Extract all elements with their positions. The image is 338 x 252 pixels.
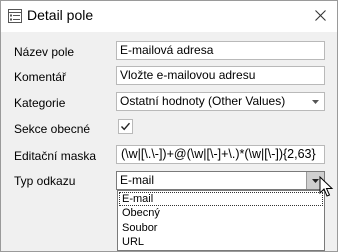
nazev-pole-label: Název pole [14,45,75,59]
sekce-obecne-checkbox[interactable] [118,119,133,134]
komentar-input[interactable]: Vložte e-mailovou adresu [116,66,325,85]
typ-odkazu-value: E-mail [120,173,155,187]
title-bar[interactable]: Detail pole [1,1,337,32]
typ-odkazu-label: Typ odkazu [14,174,76,188]
sekce-obecne-label: Sekce obecné [14,122,91,136]
editacni-maska-input[interactable]: (\w|[\.\-])+@(\w|[\-]+\.)*(\w|[\-]){2,63… [116,145,325,164]
editacni-maska-label: Editační maska [14,149,97,163]
dropdown-option-soubor[interactable]: Soubor [119,221,323,235]
detail-pole-dialog: Detail pole Název pole E-mailová adresa … [0,0,338,252]
kategorie-label: Kategorie [14,96,66,110]
dropdown-option-email[interactable]: E-mail [119,192,323,206]
mouse-pointer-icon [319,175,335,198]
chevron-down-icon[interactable] [307,93,324,110]
close-icon [314,9,326,24]
close-button[interactable] [303,1,337,32]
komentar-label: Komentář [14,70,67,84]
window-title: Detail pole [27,7,94,23]
typ-odkazu-dropdown-list: E-mail Obecný Soubor URL [117,190,325,251]
kategorie-value: Ostatní hodnoty (Other Values) [120,94,286,108]
kategorie-combobox[interactable]: Ostatní hodnoty (Other Values) [116,92,325,111]
dropdown-option-url[interactable]: URL [119,235,323,249]
dropdown-option-obecny[interactable]: Obecný [119,206,323,220]
form-icon [8,9,22,23]
typ-odkazu-combobox[interactable]: E-mail [116,171,325,190]
nazev-pole-input[interactable]: E-mailová adresa [116,41,325,60]
